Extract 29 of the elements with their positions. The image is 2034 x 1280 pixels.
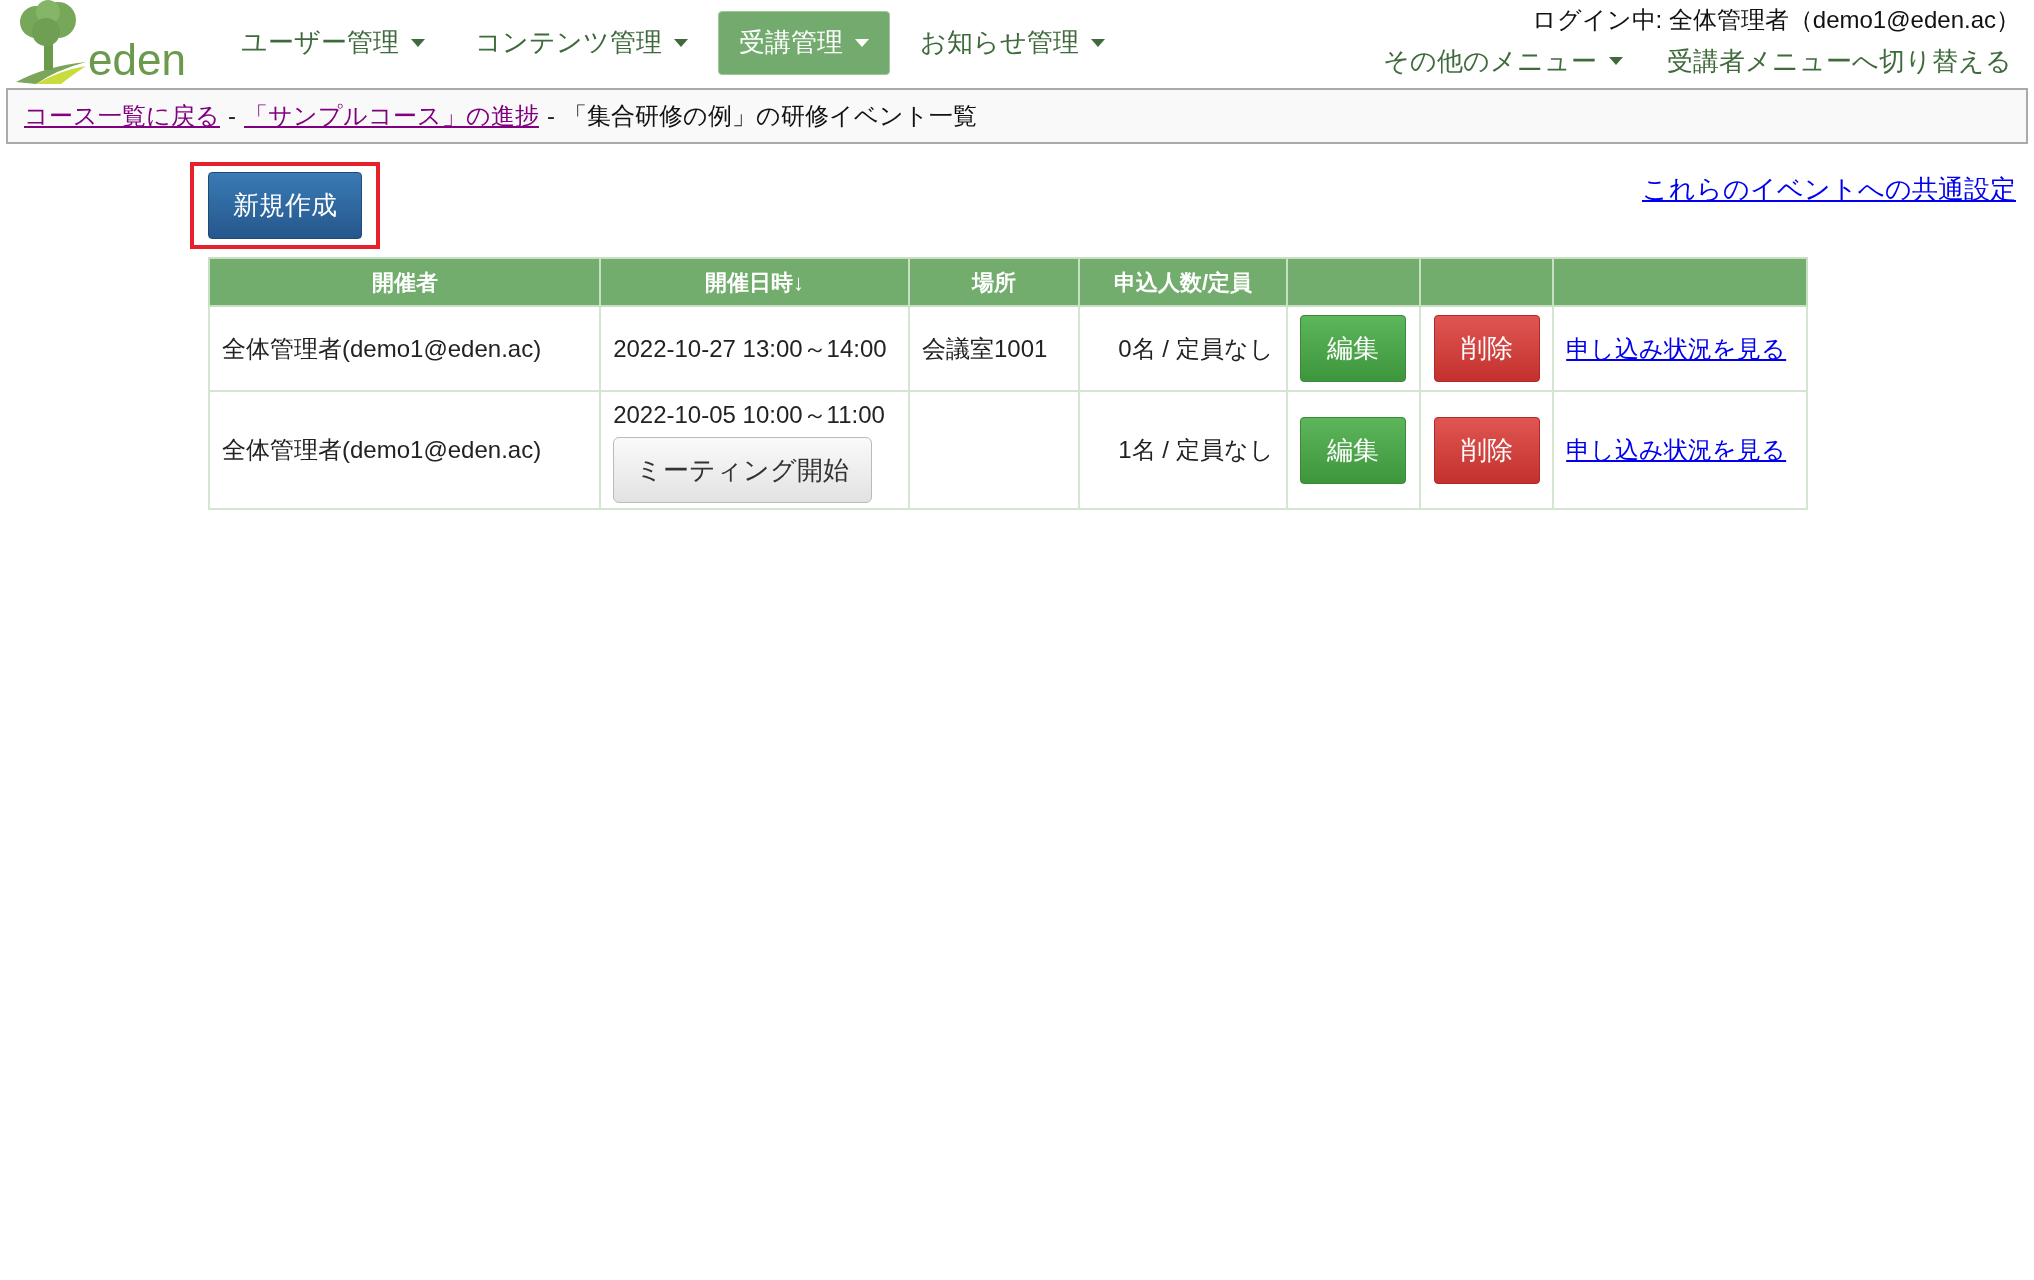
- table-cell: 0名 / 定員なし: [1118, 334, 1274, 362]
- other-menu[interactable]: その他のメニュー: [1383, 46, 1623, 76]
- common-settings-link[interactable]: これらのイベントへの共通設定: [1642, 170, 2016, 209]
- status-link[interactable]: 申し込み状況を見る: [1566, 436, 1787, 463]
- nav-menu[interactable]: コンテンツ管理: [455, 10, 708, 75]
- meeting-start-button[interactable]: ミーティング開始: [613, 437, 873, 503]
- table-cell: 全体管理者(demo1@eden.ac): [209, 306, 601, 391]
- breadcrumb-link[interactable]: 「サンプルコース」の進捗: [244, 98, 539, 134]
- table-cell: 全体管理者(demo1@eden.ac): [209, 391, 601, 509]
- nav-menu[interactable]: ユーザー管理: [221, 10, 445, 75]
- new-button[interactable]: 新規作成: [208, 172, 362, 239]
- table-cell: 1名 / 定員なし: [1118, 436, 1274, 463]
- table-cell-text: 2022-10-27 13:00～14:00: [613, 333, 888, 364]
- column-header: 開催日時↓: [600, 258, 909, 306]
- breadcrumb-current: 「集合研修の例」の研修イベント一覧: [563, 101, 977, 131]
- nav-menu[interactable]: お知らせ管理: [900, 10, 1125, 75]
- column-header: 場所: [908, 258, 1080, 306]
- switch-menu-link[interactable]: 受講者メニューへ切り替える: [1667, 46, 2012, 76]
- table-cell-text: 2022-10-05 10:00～11:00: [613, 400, 886, 430]
- breadcrumb-link[interactable]: コース一覧に戻る: [24, 98, 220, 134]
- delete-button[interactable]: 削除: [1433, 315, 1540, 382]
- breadcrumb-separator: -: [228, 101, 236, 131]
- column-header: 申込人数/定員: [1079, 258, 1287, 306]
- breadcrumb-separator: -: [547, 101, 555, 131]
- table-cell: 会議室1001: [921, 334, 1048, 362]
- delete-button[interactable]: 削除: [1433, 416, 1540, 484]
- login-status: ログイン中: 全体管理者（demo1@eden.ac）: [1531, 5, 2020, 35]
- logo-text: eden: [88, 36, 186, 84]
- column-header: 開催者: [209, 258, 601, 306]
